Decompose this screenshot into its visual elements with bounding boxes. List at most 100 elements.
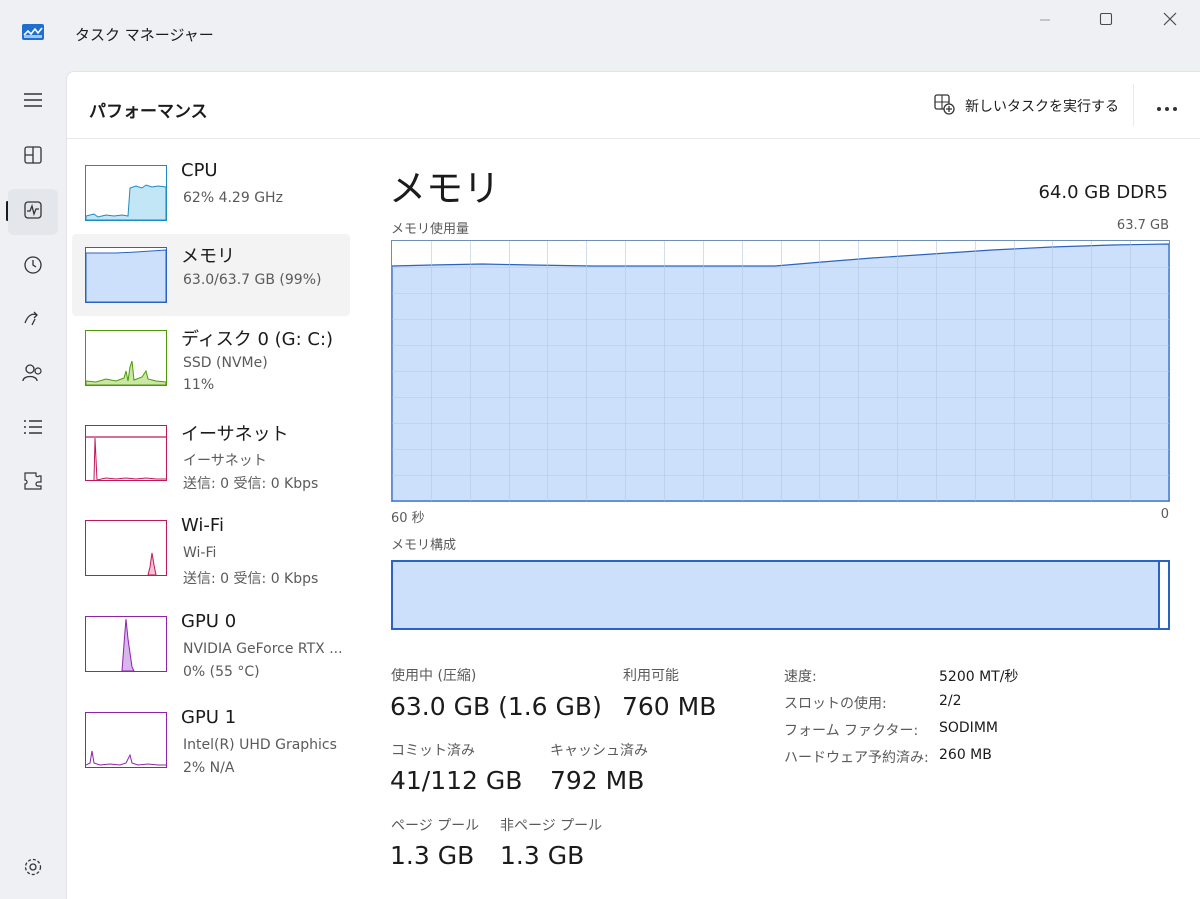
device-disk[interactable]: ディスク 0 (G: C:) SSD (NVMe) 11%	[72, 317, 350, 399]
details-icon	[23, 419, 43, 439]
available-label: 利用可能	[623, 668, 679, 684]
minimize-button[interactable]	[1025, 8, 1065, 32]
spec-speed-value: 5200 MT/秒	[939, 669, 1019, 685]
spec-slots-value: 2/2	[939, 693, 962, 709]
device-detail: Intel(R) UHD Graphics	[183, 737, 337, 753]
memory-in-use-segment	[393, 562, 1160, 628]
services-icon	[23, 471, 43, 495]
spec-hardware-reserved-value: 260 MB	[939, 747, 992, 763]
maximize-button[interactable]	[1086, 8, 1126, 32]
more-icon	[1156, 97, 1178, 116]
more-options-button[interactable]	[1147, 90, 1187, 122]
device-usage: 2% N/A	[183, 760, 235, 776]
paged-pool-label: ページ プール	[391, 818, 480, 834]
maximize-icon	[1099, 11, 1113, 30]
device-name: Wi-Fi	[181, 515, 224, 536]
time-axis-left: 60 秒	[391, 511, 425, 526]
nav-startup-apps[interactable]	[8, 298, 58, 344]
device-cpu[interactable]: CPU 62% 4.29 GHz	[72, 152, 350, 234]
memory-usage-label: メモリ使用量	[391, 222, 470, 237]
spec-form-factor-value: SODIMM	[939, 720, 998, 736]
in-use-label: 使用中 (圧縮)	[391, 668, 477, 684]
device-throughput: 送信: 0 受信: 0 Kbps	[183, 476, 319, 492]
device-usage: 11%	[183, 377, 215, 393]
nav-performance[interactable]	[8, 189, 58, 235]
memory-composition-bar	[391, 560, 1170, 630]
settings-icon	[23, 857, 43, 881]
device-gpu1[interactable]: GPU 1 Intel(R) UHD Graphics 2% N/A	[72, 699, 350, 781]
device-ethernet[interactable]: イーサネット イーサネット 送信: 0 受信: 0 Kbps	[72, 412, 350, 494]
run-new-task-button[interactable]: 新しいタスクを実行する	[929, 90, 1123, 122]
memory-segment-divider	[1158, 562, 1160, 628]
nav-app-history[interactable]	[8, 244, 58, 290]
nonpaged-pool-value: 1.3 GB	[500, 841, 585, 870]
memory-composition-label: メモリ構成	[391, 538, 457, 553]
cached-label: キャッシュ済み	[550, 743, 648, 759]
main-panel: パフォーマンス 新しいタスクを実行する CPU 62% 4.29 GHz メモリ…	[66, 71, 1200, 899]
available-value: 760 MB	[622, 692, 717, 721]
close-button[interactable]	[1150, 8, 1190, 32]
device-detail: 63.0/63.7 GB (99%)	[183, 272, 322, 288]
spec-speed-label: 速度:	[784, 669, 817, 685]
cached-value: 792 MB	[550, 766, 645, 795]
nav-processes[interactable]	[8, 134, 58, 180]
nav-services[interactable]	[8, 460, 58, 506]
in-use-value: 63.0 GB (1.6 GB)	[390, 692, 602, 721]
disk-thumbnail-graph	[85, 330, 167, 386]
nonpaged-pool-label: 非ページ プール	[500, 818, 603, 834]
memory-usage-graph	[391, 240, 1170, 502]
hamburger-icon	[23, 92, 43, 112]
nav-settings[interactable]	[8, 846, 58, 892]
device-name: CPU	[181, 160, 218, 181]
committed-value: 41/112 GB	[390, 766, 523, 795]
spec-form-factor-label: フォーム ファクター:	[784, 723, 919, 739]
nav-details[interactable]	[8, 406, 58, 452]
memory-max-label: 63.7 GB	[1116, 218, 1169, 233]
gpu1-thumbnail-graph	[85, 712, 167, 768]
gpu0-thumbnail-graph	[85, 616, 167, 672]
nav-users[interactable]	[8, 352, 58, 398]
memory-spec: 64.0 GB DDR5	[1038, 182, 1169, 203]
paged-pool-value: 1.3 GB	[390, 841, 475, 870]
ethernet-thumbnail-graph	[85, 425, 167, 481]
device-memory[interactable]: メモリ 63.0/63.7 GB (99%)	[72, 234, 350, 316]
device-name: イーサネット	[181, 424, 289, 445]
device-detail: NVIDIA GeForce RTX ...	[183, 641, 343, 657]
memory-title: メモリ	[389, 167, 500, 210]
processes-icon	[23, 145, 43, 169]
committed-label: コミット済み	[391, 743, 475, 759]
header-separator	[1133, 84, 1134, 126]
device-name: ディスク 0 (G: C:)	[181, 329, 334, 350]
device-name: GPU 1	[181, 707, 237, 728]
minimize-icon	[1039, 11, 1051, 30]
run-new-task-icon	[933, 93, 955, 119]
device-detail: 62% 4.29 GHz	[183, 190, 283, 206]
run-new-task-label: 新しいタスクを実行する	[965, 99, 1119, 115]
device-detail: イーサネット	[183, 453, 267, 469]
startup-apps-icon	[23, 309, 43, 333]
users-icon	[22, 363, 44, 387]
device-wifi[interactable]: Wi-Fi Wi-Fi 送信: 0 受信: 0 Kbps	[72, 507, 350, 589]
spec-slots-label: スロットの使用:	[784, 696, 887, 712]
app-icon	[22, 24, 44, 40]
cpu-thumbnail-graph	[85, 165, 167, 221]
device-detail: SSD (NVMe)	[183, 355, 268, 371]
app-title: タスク マネージャー	[75, 26, 214, 44]
spec-hardware-reserved-label: ハードウェア予約済み:	[784, 750, 929, 766]
header-divider	[67, 138, 1200, 139]
device-throughput: 送信: 0 受信: 0 Kbps	[183, 571, 319, 587]
page-title: パフォーマンス	[89, 102, 208, 122]
wifi-thumbnail-graph	[85, 520, 167, 576]
close-icon	[1163, 11, 1177, 30]
nav-menu-button[interactable]	[8, 79, 58, 125]
device-name: GPU 0	[181, 611, 237, 632]
device-usage: 0% (55 °C)	[183, 664, 260, 680]
performance-icon	[23, 200, 43, 224]
device-gpu0[interactable]: GPU 0 NVIDIA GeForce RTX ... 0% (55 °C)	[72, 603, 350, 685]
time-axis-right: 0	[1160, 507, 1169, 522]
title-bar: タスク マネージャー	[0, 0, 1200, 66]
device-detail: Wi-Fi	[183, 545, 217, 561]
memory-thumbnail-graph	[85, 247, 167, 303]
device-name: メモリ	[181, 246, 235, 267]
app-history-icon	[23, 255, 43, 279]
